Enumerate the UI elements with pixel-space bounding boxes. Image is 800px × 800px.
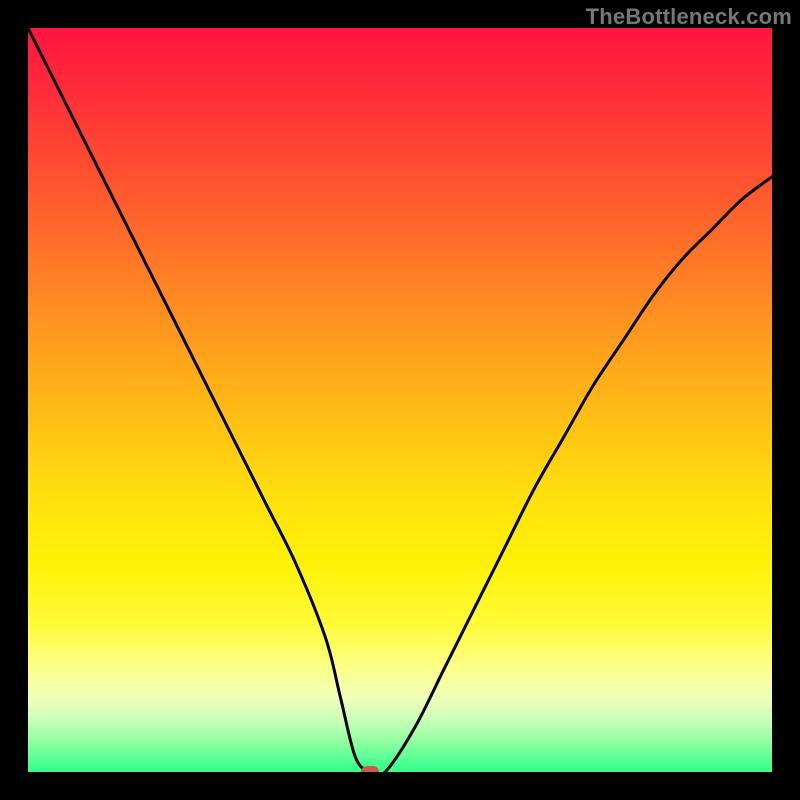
plot-area <box>28 28 772 772</box>
watermark-text: TheBottleneck.com <box>586 4 792 30</box>
chart-frame: TheBottleneck.com <box>0 0 800 800</box>
optimum-marker <box>361 766 379 772</box>
bottleneck-curve <box>28 28 772 772</box>
